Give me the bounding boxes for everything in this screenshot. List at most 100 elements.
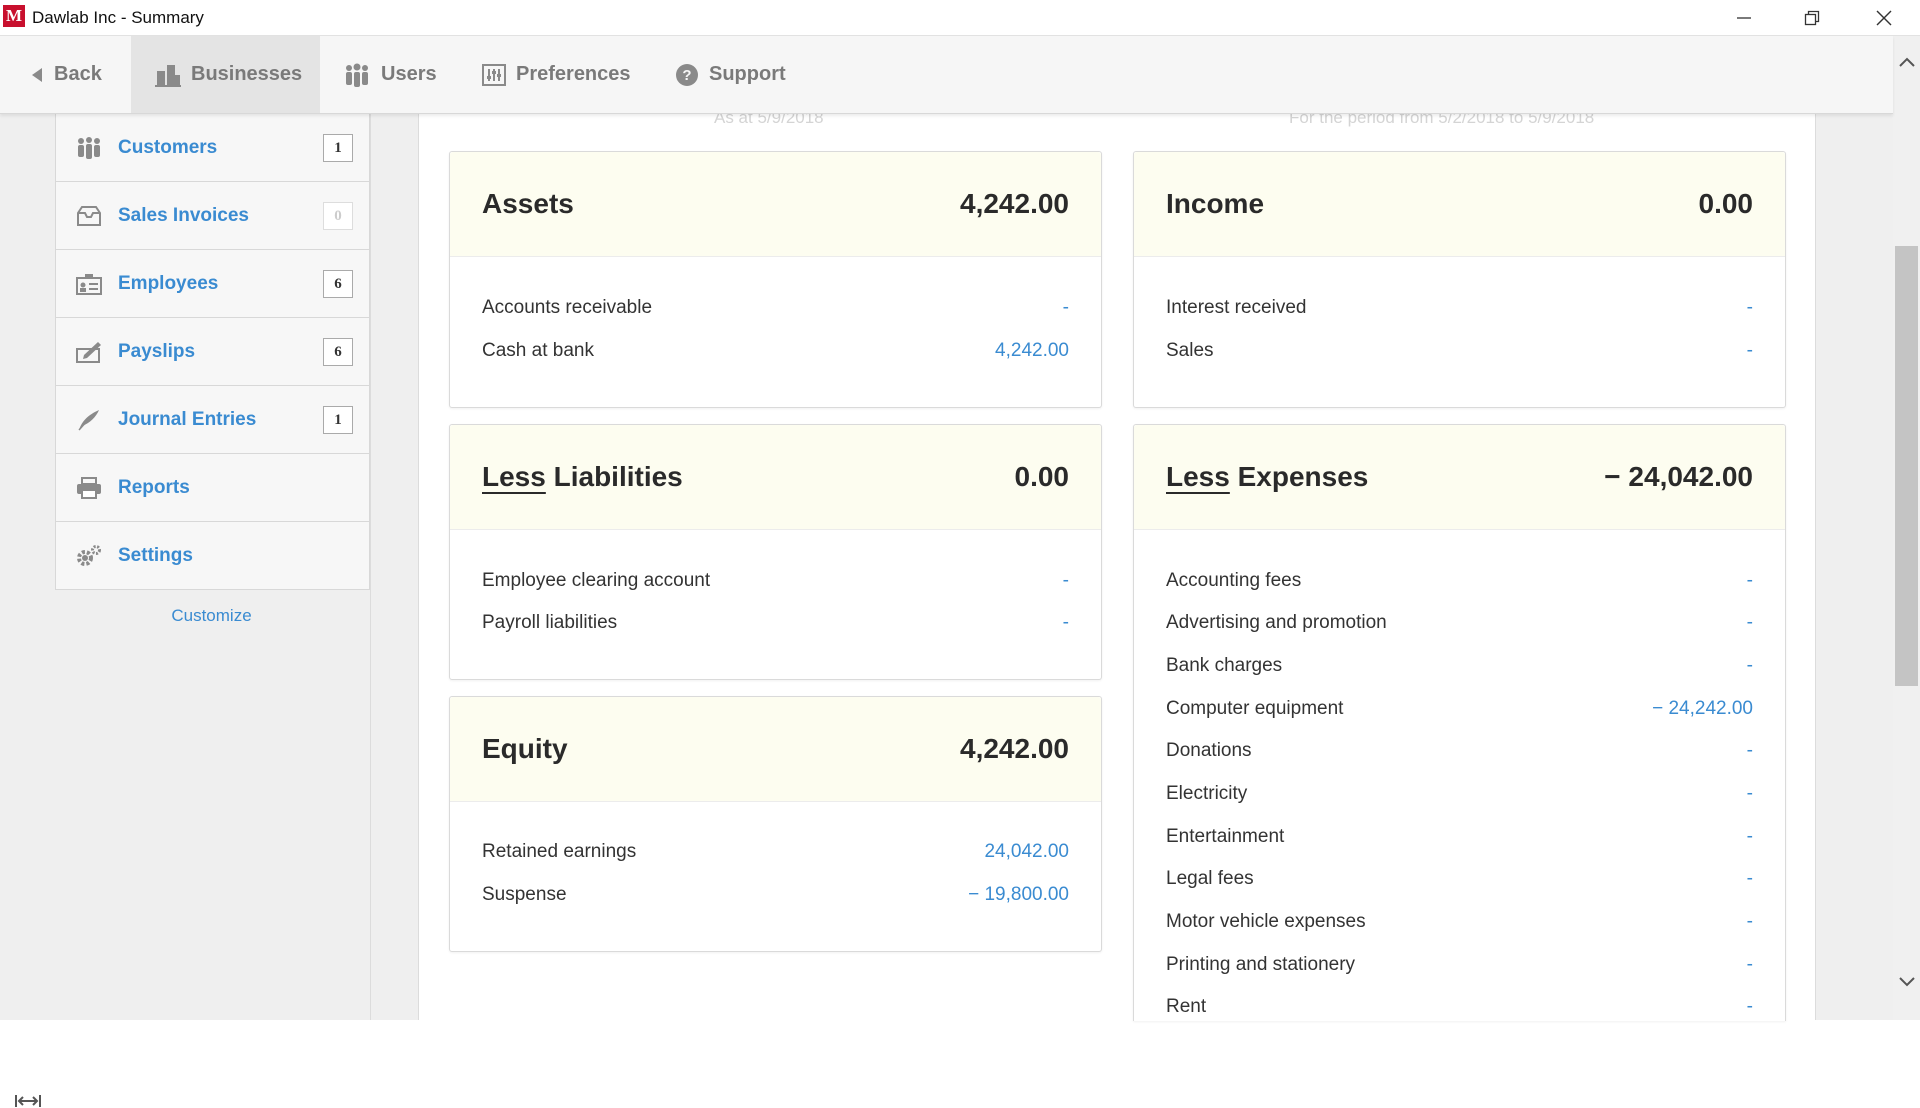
minimize-button[interactable]: [1710, 0, 1778, 35]
sidebar-item-label: Customers: [118, 136, 218, 158]
account-row[interactable]: Accounting fees -: [1166, 570, 1753, 600]
card-header: Less Liabilities 0.00: [450, 425, 1101, 530]
sidebar-item-sales-invoices[interactable]: Sales Invoices 0: [56, 182, 369, 250]
count-badge: 1: [323, 134, 353, 162]
account-row[interactable]: Employee clearing account -: [482, 570, 1069, 600]
account-label: Advertising and promotion: [1166, 612, 1387, 633]
back-button[interactable]: Back: [30, 36, 102, 113]
account-label: Payroll liabilities: [482, 612, 618, 633]
preferences-label: Preferences: [516, 63, 631, 85]
account-value[interactable]: -: [1747, 655, 1753, 677]
account-row[interactable]: Printing and stationery -: [1166, 954, 1753, 984]
income-total: 0.00: [1698, 188, 1754, 219]
top-toolbar: Back Businesses Users Preferences ? Supp…: [0, 36, 1893, 114]
account-value[interactable]: -: [1063, 570, 1069, 592]
scroll-down-icon[interactable]: [1898, 976, 1916, 988]
account-row[interactable]: Suspense − 19,800.00: [482, 884, 1069, 914]
account-row[interactable]: Motor vehicle expenses -: [1166, 911, 1753, 941]
businesses-icon: [155, 63, 181, 87]
tab-preferences[interactable]: Preferences: [482, 36, 631, 113]
close-icon: [1876, 10, 1892, 25]
support-label: Support: [709, 63, 786, 85]
gear-icon: [76, 544, 102, 568]
sidebar-item-journal-entries[interactable]: Journal Entries 1: [56, 386, 369, 454]
printer-icon: [76, 476, 102, 500]
sidebar-item-reports[interactable]: Reports: [56, 454, 369, 522]
title-bar: M Dawlab Inc - Summary: [0, 0, 1920, 36]
account-row[interactable]: Computer equipment − 24,242.00: [1166, 698, 1753, 728]
account-value[interactable]: -: [1747, 826, 1753, 848]
liabilities-total: 0.00: [1014, 461, 1070, 492]
account-value[interactable]: − 19,800.00: [968, 884, 1069, 906]
assets-card: Assets 4,242.00 Accounts receivable - Ca…: [449, 151, 1102, 408]
account-value[interactable]: -: [1747, 740, 1753, 762]
account-value[interactable]: -: [1747, 954, 1753, 976]
left-sidebar: Customers 1 Sales Invoices 0 Employees 6…: [0, 114, 371, 1107]
sidebar-item-payslips[interactable]: Payslips 6: [56, 318, 369, 386]
restore-button[interactable]: [1778, 0, 1846, 35]
vertical-scrollbar[interactable]: [1893, 36, 1920, 1020]
account-value[interactable]: -: [1747, 570, 1753, 592]
liabilities-card: Less Liabilities 0.00 Employee clearing …: [449, 424, 1102, 680]
account-label: Computer equipment: [1166, 698, 1344, 719]
account-row[interactable]: Retained earnings 24,042.00: [482, 841, 1069, 871]
sidebar-item-label: Journal Entries: [118, 408, 257, 430]
users-icon: [343, 63, 371, 87]
account-row[interactable]: Interest received -: [1166, 297, 1753, 327]
account-label: Sales: [1166, 340, 1214, 361]
sidebar-item-label: Employees: [118, 272, 219, 294]
payslips-icon: [76, 340, 102, 364]
account-label: Accounts receivable: [482, 297, 653, 318]
close-button[interactable]: [1850, 0, 1918, 35]
sales-invoices-icon: [76, 204, 102, 228]
equity-title: Equity: [482, 733, 568, 764]
help-icon: ?: [675, 63, 699, 87]
account-value[interactable]: 24,042.00: [984, 841, 1069, 863]
scrollbar-thumb[interactable]: [1895, 246, 1918, 686]
account-value[interactable]: -: [1747, 783, 1753, 805]
tab-support[interactable]: ? Support: [675, 36, 786, 113]
account-row[interactable]: Entertainment -: [1166, 826, 1753, 856]
sidebar-item-settings[interactable]: Settings: [56, 522, 369, 589]
account-value[interactable]: 4,242.00: [995, 340, 1069, 362]
customize-link[interactable]: Customize: [55, 606, 368, 626]
account-row[interactable]: Electricity -: [1166, 783, 1753, 813]
account-row[interactable]: Sales -: [1166, 340, 1753, 370]
account-value[interactable]: -: [1747, 868, 1753, 890]
account-value[interactable]: -: [1747, 340, 1753, 362]
sidebar-item-employees[interactable]: Employees 6: [56, 250, 369, 318]
sidebar-item-label: Settings: [118, 544, 193, 566]
account-row[interactable]: Advertising and promotion -: [1166, 612, 1753, 642]
account-label: Electricity: [1166, 783, 1248, 804]
collapse-toggle-icon[interactable]: [15, 1094, 41, 1108]
account-row[interactable]: Legal fees -: [1166, 868, 1753, 898]
account-row[interactable]: Bank charges -: [1166, 655, 1753, 685]
sidebar-nav: Customers 1 Sales Invoices 0 Employees 6…: [55, 114, 370, 590]
account-row[interactable]: Cash at bank 4,242.00: [482, 340, 1069, 370]
account-value[interactable]: -: [1747, 297, 1753, 319]
sidebar-item-customers[interactable]: Customers 1: [56, 114, 369, 182]
account-row[interactable]: Donations -: [1166, 740, 1753, 770]
income-title: Income: [1166, 188, 1265, 219]
account-value[interactable]: -: [1747, 996, 1753, 1018]
employees-icon: [76, 272, 102, 296]
tab-users[interactable]: Users: [343, 36, 437, 113]
back-label: Back: [54, 63, 102, 85]
account-value[interactable]: -: [1063, 297, 1069, 319]
account-label: Interest received: [1166, 297, 1307, 318]
card-header: Less Expenses − 24,042.00: [1134, 425, 1785, 530]
journal-entries-icon: [76, 408, 102, 432]
count-badge: 6: [323, 270, 353, 298]
tab-businesses[interactable]: Businesses: [131, 36, 320, 113]
account-value[interactable]: -: [1063, 612, 1069, 634]
account-value[interactable]: -: [1747, 612, 1753, 634]
account-value[interactable]: -: [1747, 911, 1753, 933]
account-value[interactable]: − 24,242.00: [1652, 698, 1753, 720]
equity-total: 4,242.00: [960, 733, 1069, 764]
scroll-up-icon[interactable]: [1898, 56, 1916, 68]
minimize-icon: [1737, 16, 1751, 19]
card-header: Income 0.00: [1134, 152, 1785, 257]
account-row[interactable]: Payroll liabilities -: [482, 612, 1069, 642]
account-row[interactable]: Accounts receivable -: [482, 297, 1069, 327]
account-row[interactable]: Rent -: [1166, 996, 1753, 1021]
